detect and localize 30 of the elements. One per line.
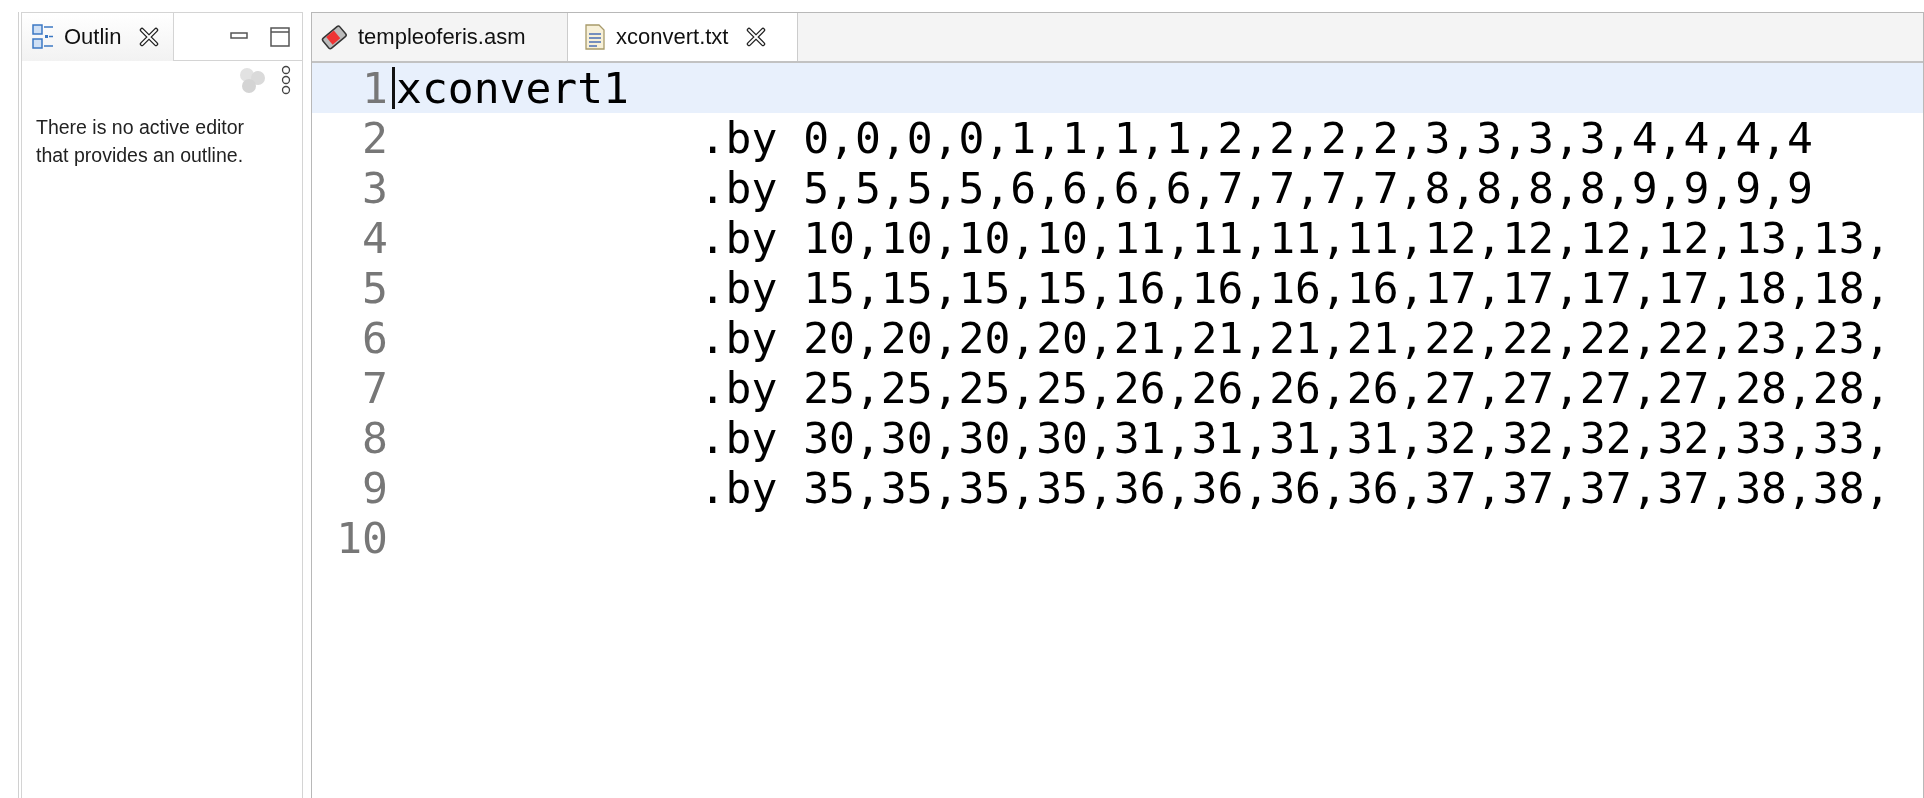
code-line: xconvert1 — [395, 63, 629, 113]
line-number: 9 — [361, 463, 388, 513]
editor-tab[interactable]: xconvert.txt — [568, 13, 798, 61]
line-number: 3 — [361, 163, 388, 213]
outline-icon — [32, 24, 54, 50]
text-caret — [392, 67, 395, 109]
line-number: 4 — [361, 213, 388, 263]
code-line: .by 0,0,0,0,1,1,1,1,2,2,2,2,3,3,3,3,4,4,4,4 — [698, 113, 1813, 163]
more-icon[interactable] — [280, 65, 292, 95]
close-icon[interactable] — [746, 27, 767, 47]
empty-outline-message: There is no active editor that provides an outline. — [36, 115, 246, 168]
line-number: 7 — [361, 363, 388, 413]
maximize-icon[interactable] — [270, 26, 290, 47]
code-line: .by 30,30,30,30,31,31,31,31,32,32,32,32,33,33, — [698, 413, 1891, 463]
line-number: 2 — [361, 113, 388, 163]
document-icon — [584, 24, 606, 50]
code-line: .by 20,20,20,20,21,21,21,21,22,22,22,22,23,23, — [698, 313, 1891, 363]
minimize-icon[interactable] — [230, 31, 248, 42]
outline-tab[interactable]: Outlin — [22, 13, 175, 61]
line-number: 6 — [361, 313, 388, 363]
code-line: .by 15,15,15,15,16,16,16,16,17,17,17,17,18,18, — [698, 263, 1891, 313]
code-line: .by 25,25,25,25,26,26,26,26,27,27,27,27,28,28, — [698, 363, 1891, 413]
code-line: .by 10,10,10,10,11,11,11,11,12,12,12,12,13,13, — [698, 213, 1891, 263]
line-number: 5 — [361, 263, 388, 313]
line-number: 10 — [335, 513, 388, 563]
code-line: .by 5,5,5,5,6,6,6,6,7,7,7,7,8,8,8,8,9,9,9,9 — [698, 163, 1813, 213]
close-icon[interactable] — [139, 27, 160, 47]
line-number: 1 — [361, 63, 388, 113]
code-line: .by 35,35,35,35,36,36,36,36,37,37,37,37,38,38, — [698, 463, 1891, 513]
line-number: 8 — [361, 413, 388, 463]
